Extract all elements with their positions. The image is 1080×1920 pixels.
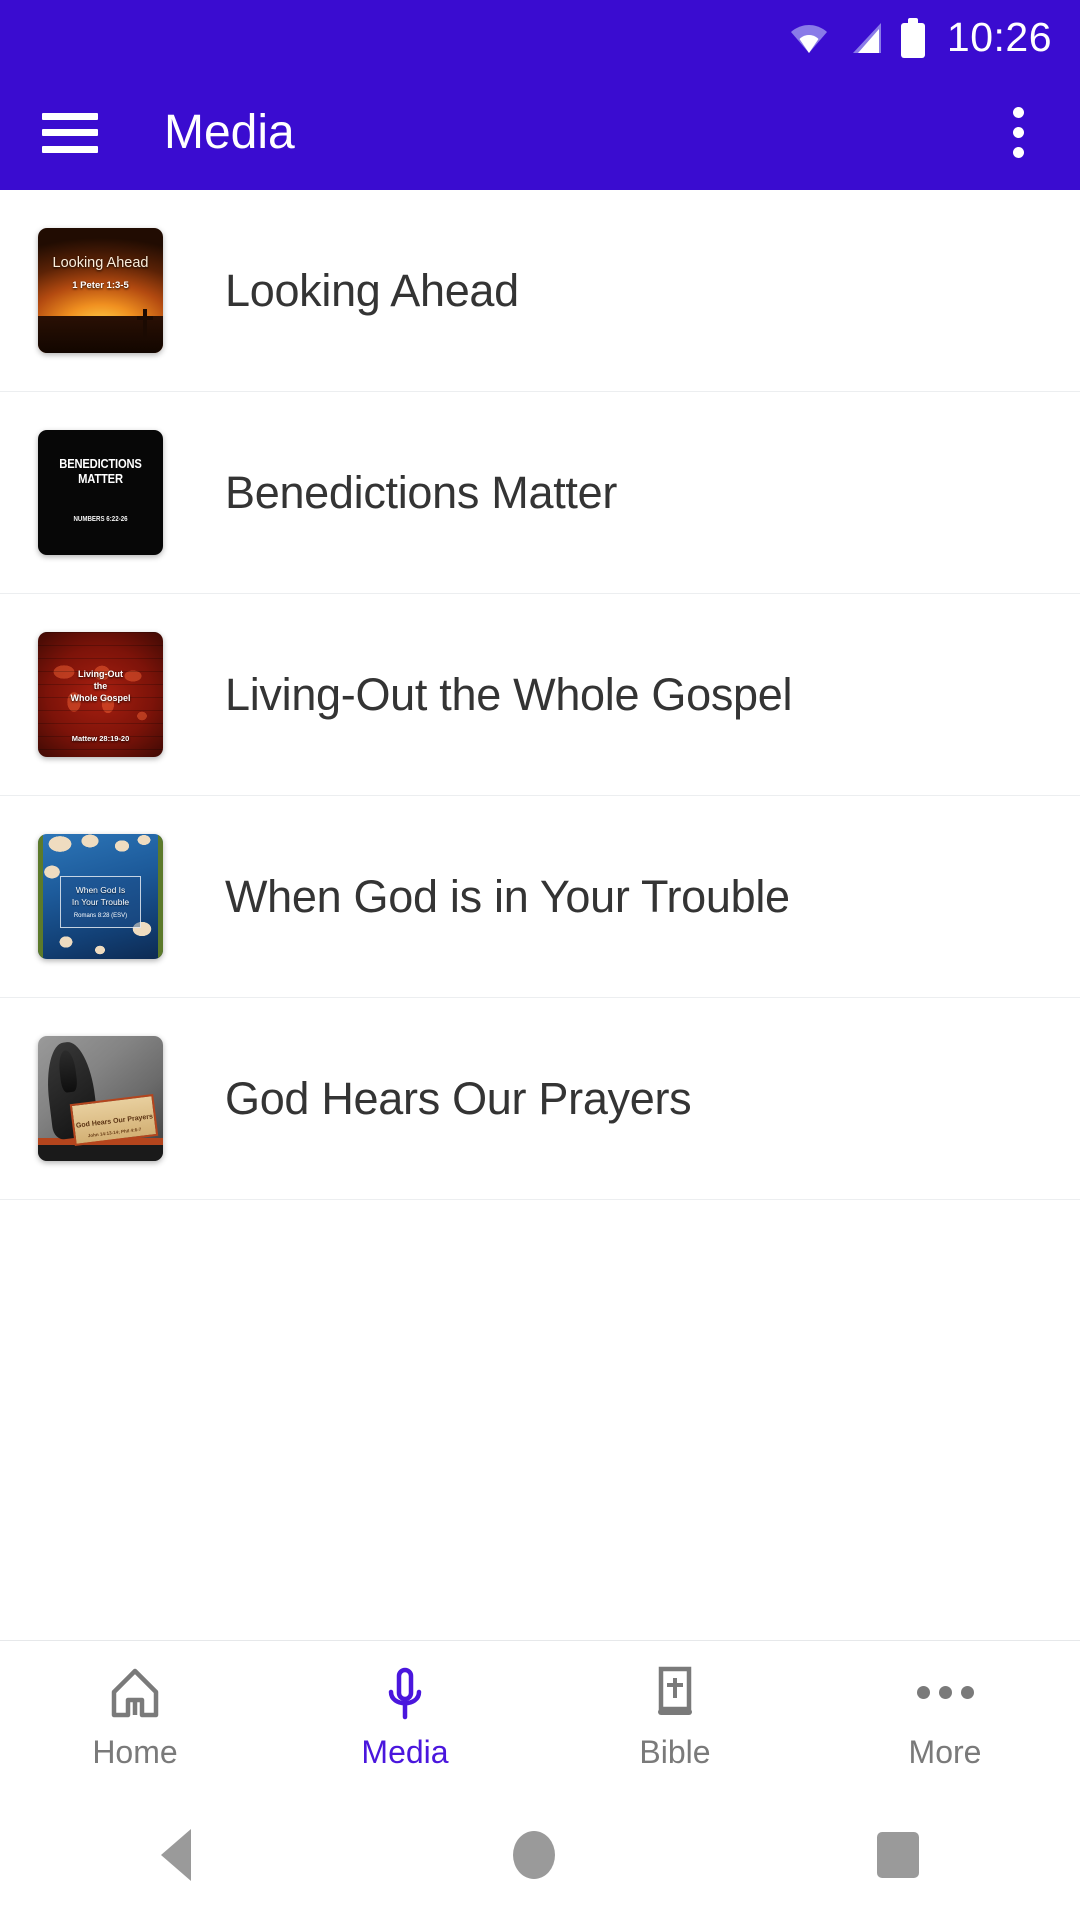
- cross-icon: [137, 309, 153, 339]
- list-item[interactable]: BENEDICTIONS MATTER NUMBERS 6:22-26 Bened…: [0, 392, 1080, 594]
- bottom-navigation: Home Media Bible More: [0, 1640, 1080, 1790]
- system-navigation-bar: [0, 1790, 1080, 1920]
- media-title: God Hears Our Prayers: [225, 1073, 692, 1124]
- list-item[interactable]: Looking Ahead 1 Peter 1:3-5 Looking Ahea…: [0, 190, 1080, 392]
- nav-label-home: Home: [92, 1733, 178, 1770]
- app-screen: 10:26 Media Looking Ahead 1 Peter 1:3-5 …: [0, 0, 1080, 1920]
- status-clock: 10:26: [946, 14, 1052, 60]
- back-triangle-icon[interactable]: [161, 1829, 191, 1881]
- bible-book-icon: [646, 1664, 704, 1722]
- cell-signal-icon: [845, 21, 885, 55]
- nav-item-bible[interactable]: Bible: [540, 1664, 810, 1768]
- media-list: Looking Ahead 1 Peter 1:3-5 Looking Ahea…: [0, 190, 1080, 1640]
- media-thumbnail: God Hears Our Prayers John 14:13-14; Phi…: [38, 1036, 163, 1161]
- battery-icon: [900, 17, 925, 58]
- page-title: Media: [164, 105, 295, 159]
- media-thumbnail: Looking Ahead 1 Peter 1:3-5: [38, 228, 163, 353]
- list-item[interactable]: When God Is In Your Trouble Romans 8:28 (…: [0, 796, 1080, 998]
- media-thumbnail: BENEDICTIONS MATTER NUMBERS 6:22-26: [38, 430, 163, 555]
- nav-label-more: More: [908, 1733, 982, 1770]
- thumbnail-title: BENEDICTIONS MATTER: [59, 456, 142, 487]
- hamburger-menu-icon[interactable]: [42, 112, 98, 153]
- status-bar: 10:26: [0, 0, 1080, 75]
- media-title: Looking Ahead: [225, 265, 519, 316]
- thumbnail-reference: 1 Peter 1:3-5: [72, 280, 129, 291]
- home-circle-icon[interactable]: [513, 1831, 555, 1879]
- media-thumbnail: Living-Out the Whole Gospel Mattew 28:19-2…: [38, 632, 163, 757]
- wifi-icon: [789, 21, 829, 55]
- media-title: Benedictions Matter: [225, 467, 618, 518]
- list-item[interactable]: God Hears Our Prayers John 14:13-14; Phi…: [0, 998, 1080, 1200]
- recents-square-icon[interactable]: [877, 1832, 919, 1878]
- floor: [38, 1145, 163, 1161]
- list-item[interactable]: Living-Out the Whole Gospel Mattew 28:19-2…: [0, 594, 1080, 796]
- nav-item-media[interactable]: Media: [270, 1664, 540, 1768]
- thumbnail-reference: Mattew 28:19-20: [71, 734, 130, 743]
- thumbnail-title: When God Is In Your Trouble: [71, 885, 130, 908]
- overflow-menu-icon[interactable]: [990, 103, 1046, 163]
- thumbnail-title: Living-Out the Whole Gospel: [70, 669, 131, 704]
- nav-label-bible: Bible: [639, 1733, 711, 1770]
- media-thumbnail: When God Is In Your Trouble Romans 8:28 (…: [38, 834, 163, 959]
- more-dots-icon: [916, 1664, 974, 1722]
- nav-item-more[interactable]: More: [810, 1664, 1080, 1768]
- app-bar: Media: [0, 75, 1080, 190]
- media-title: Living-Out the Whole Gospel: [225, 669, 793, 720]
- media-title: When God is in Your Trouble: [225, 871, 790, 922]
- microphone-icon: [376, 1664, 434, 1722]
- nav-item-home[interactable]: Home: [0, 1664, 270, 1768]
- thumbnail-reference: Romans 8:28 (ESV): [73, 913, 128, 919]
- nav-label-media: Media: [361, 1733, 449, 1770]
- status-icons: [789, 17, 925, 58]
- church-home-icon: [106, 1664, 164, 1722]
- thumbnail-title: Looking Ahead: [52, 255, 149, 271]
- thumbnail-reference: NUMBERS 6:22-26: [73, 516, 128, 523]
